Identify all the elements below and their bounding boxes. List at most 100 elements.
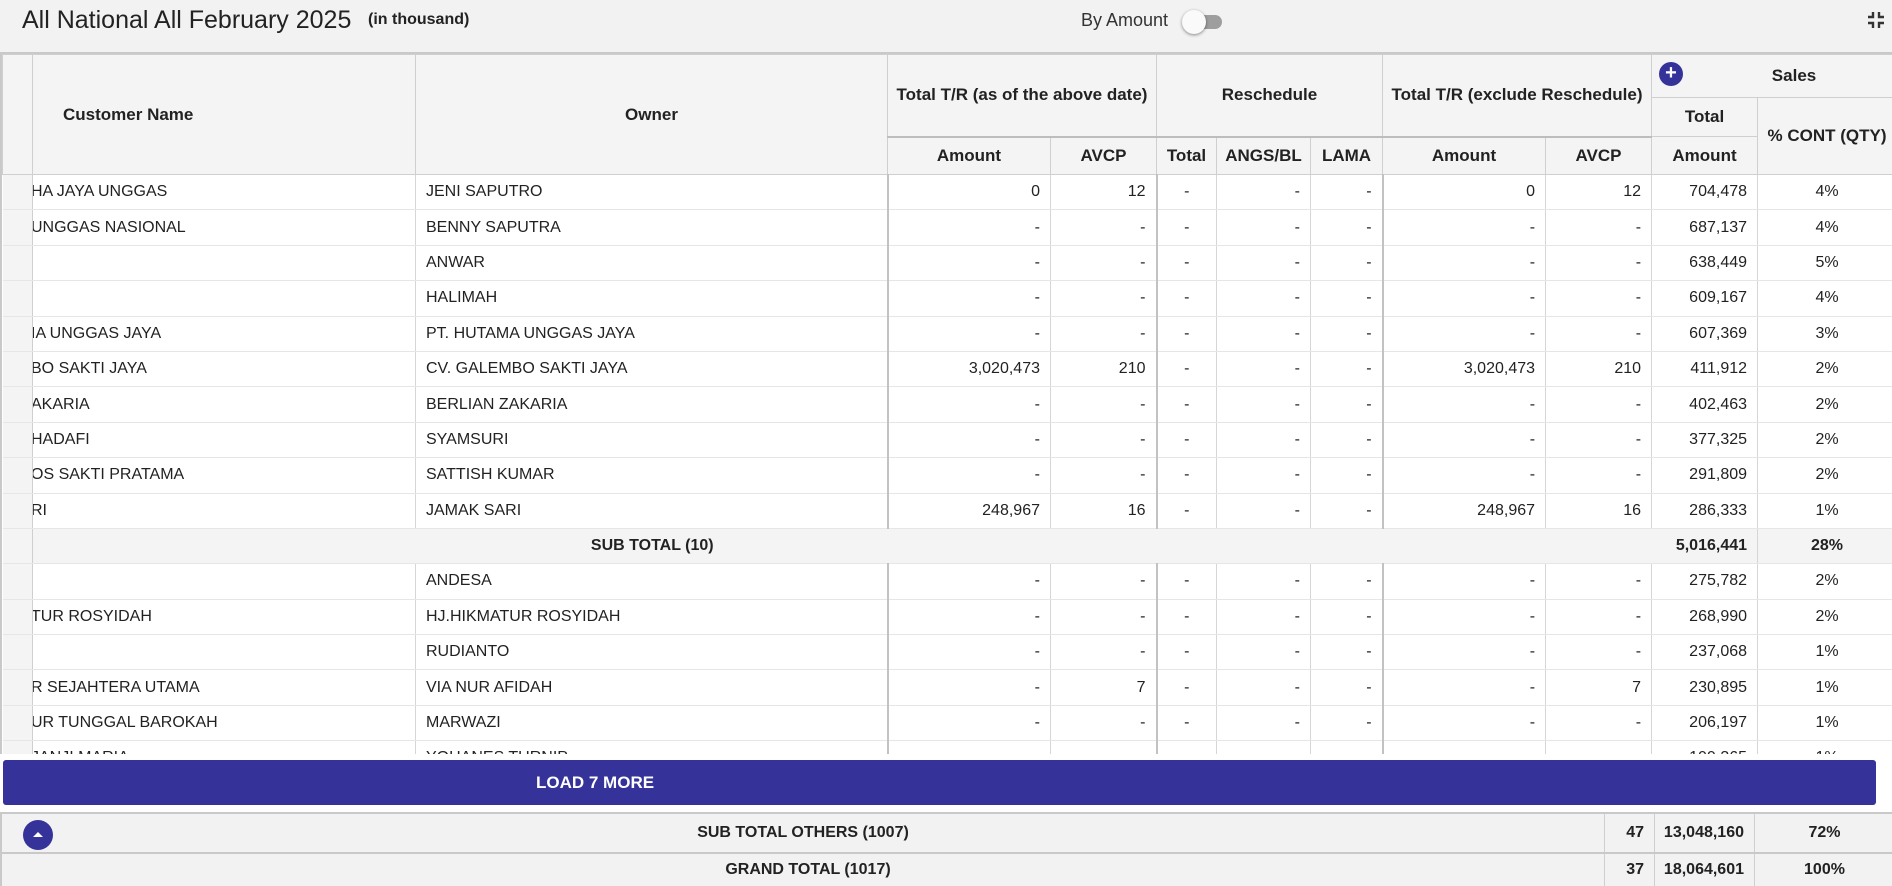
by-amount-toggle[interactable] [1182, 10, 1222, 34]
row-stub [2, 422, 33, 459]
column-header-amount[interactable]: Amount [887, 136, 1051, 175]
column-header-angs-bl[interactable]: ANGS/BL [1216, 136, 1311, 175]
cont-qty-cell: 2% [1757, 563, 1892, 600]
table-row[interactable]: HALIMAH - - - - - - -609,167 4% [2, 280, 1892, 317]
grand-total-avcp: 37 [1604, 854, 1654, 886]
tr-avcp-cell: 210 [1050, 351, 1158, 388]
owner-cell: ANDESA [415, 563, 889, 600]
owner-cell: BERLIAN ZAKARIA [415, 386, 889, 423]
tr-avcp-cell: 16 [1050, 493, 1158, 529]
res-total-cell: - [1156, 493, 1217, 529]
customer-name-cell: UNGGAS NASIONAL [32, 209, 416, 246]
excl-avcp-cell: - [1545, 634, 1653, 671]
grand-total-sales: 18,064,601 [1654, 854, 1754, 886]
owner-cell: MARWAZI [415, 705, 889, 742]
cont-qty-cell: 2% [1757, 351, 1892, 388]
row-stub [2, 209, 33, 246]
row-stub [2, 351, 33, 388]
cont-qty-cell: 1% [1757, 740, 1892, 754]
table-row[interactable]: RUDIANTO - - - - - - -237,068 1% [2, 634, 1892, 671]
group-header-total-tr: Total T/R (as of the above date) [887, 54, 1157, 138]
res-angs-cell: - [1216, 422, 1311, 459]
column-header-res-total[interactable]: Total [1156, 136, 1217, 175]
column-header-avcp-excl[interactable]: AVCP [1545, 136, 1653, 175]
sales-amount-cell: 199,365 [1651, 740, 1759, 754]
tr-amount-cell: - [887, 740, 1051, 754]
excl-amount-cell: - [1382, 280, 1547, 317]
column-header-lama[interactable]: LAMA [1309, 136, 1384, 175]
res-lama-cell: - [1310, 457, 1384, 494]
table-row[interactable]: ANDESA - - - - - - -275,782 2% [2, 563, 1892, 600]
sales-amount-cell: 291,809 [1651, 457, 1759, 494]
owner-cell: YOHANES TURNIP [415, 740, 889, 754]
table-row[interactable]: RI JAMAK SARI 248,967 16- - -248,967 16 286,333… [2, 493, 1892, 529]
table-row[interactable]: HA JAYA UNGGAS JENI SAPUTRO 0 12- - -0 12 704,4… [2, 174, 1892, 211]
column-header-cont-qty[interactable]: % CONT (QTY) [1757, 97, 1892, 175]
table-row[interactable]: TUR ROSYIDAH HJ.HIKMATUR ROSYIDAH - - - - - - -2… [2, 599, 1892, 636]
column-header-avcp[interactable]: AVCP [1050, 136, 1157, 175]
sales-amount-cell: 607,369 [1651, 316, 1759, 352]
res-angs-cell: - [1216, 740, 1311, 754]
res-angs-cell: - [1216, 280, 1311, 317]
res-total-cell: - [1156, 563, 1217, 600]
row-stub [2, 386, 33, 423]
excl-amount-cell: - [1382, 669, 1547, 706]
table-row[interactable]: IA UNGGAS JAYA PT. HUTAMA UNGGAS JAYA - - - -… [2, 316, 1892, 352]
owner-cell: SYAMSURI [415, 422, 889, 459]
sales-amount-cell: 609,167 [1651, 280, 1759, 317]
tr-avcp-cell: 12 [1050, 174, 1158, 211]
res-angs-cell: - [1216, 599, 1311, 636]
column-header-owner[interactable]: Owner [415, 54, 888, 175]
table-row[interactable]: UR TUNGGAL BAROKAH MARWAZI - - - - - - -206,197 1… [2, 705, 1892, 742]
subtotal-row: SUB TOTAL (10) 105,016,441 28% [2, 528, 1892, 565]
row-stub-header [2, 54, 33, 175]
row-stub [2, 280, 33, 317]
add-column-button[interactable]: + [1659, 62, 1683, 86]
column-header-sales-amount[interactable]: Amount [1651, 136, 1759, 175]
customer-name-cell [32, 280, 416, 317]
row-stub [2, 528, 33, 565]
res-angs-cell: - [1216, 669, 1311, 706]
load-more-button[interactable]: LOAD 7 MORE [3, 760, 1876, 805]
cont-qty-cell: 4% [1757, 280, 1892, 317]
tr-amount-cell: - [887, 705, 1051, 742]
res-lama-cell: - [1310, 563, 1384, 600]
res-angs-cell: - [1216, 457, 1311, 494]
table-row[interactable]: HADAFI SYAMSURI - - - - - - -377,325 2% [2, 422, 1892, 459]
subtotal-sales-value: 5,016,441 [1675, 537, 1748, 555]
table-row[interactable]: JANJI MARIAYOHANES TURNIP-------199,3651… [2, 740, 1892, 754]
sales-amount-cell: 268,990 [1651, 599, 1759, 636]
cont-qty-cell: 4% [1757, 209, 1892, 246]
customer-name-cell: JANJI MARIA [32, 740, 416, 754]
column-header-amount-excl[interactable]: Amount [1382, 136, 1547, 175]
res-angs-cell: - [1216, 386, 1311, 423]
table-row[interactable]: UNGGAS NASIONAL BENNY SAPUTRA - - - - - - -687,1… [2, 209, 1892, 246]
excl-amount-cell: 0 [1382, 174, 1547, 211]
report-header: All National All February 2025 (in thous… [0, 0, 1892, 54]
cont-qty-cell: 3% [1757, 316, 1892, 352]
res-total-cell: - [1156, 705, 1217, 742]
table-row[interactable]: BO SAKTI JAYA CV. GALEMBO SAKTI JAYA 3,020… [2, 351, 1892, 388]
group-header-reschedule: Reschedule [1155, 54, 1384, 138]
sub-total-others-label: SUB TOTAL OTHERS (1007) [697, 824, 909, 841]
collapse-icon[interactable] [1866, 10, 1886, 30]
table-row[interactable]: AKARIA BERLIAN ZAKARIA - - - - - - -402,463 2% [2, 386, 1892, 423]
res-total-cell: - [1156, 209, 1217, 246]
table-row[interactable]: R SEJAHTERA UTAMA VIA NUR AFIDAH -7- - - -7 23… [2, 669, 1892, 706]
report-unit: (in thousand) [368, 11, 470, 28]
table-row[interactable]: OS SAKTI PRATAMA SATTISH KUMAR - - - - - - -291,… [2, 457, 1892, 494]
sales-amount-cell: 275,782 [1651, 563, 1759, 600]
row-stub [2, 599, 33, 636]
cont-qty-cell: 1% [1757, 634, 1892, 671]
owner-cell: JENI SAPUTRO [415, 174, 889, 211]
table-row[interactable]: ANWAR - - - - - - -638,449 5% [2, 245, 1892, 282]
sales-amount-cell: 237,068 [1651, 634, 1759, 671]
excl-amount-cell: - [1382, 457, 1547, 494]
excl-amount-cell: - [1382, 563, 1547, 600]
excl-amount-cell: 248,967 [1382, 493, 1547, 529]
column-header-customer-name[interactable]: Customer Name [32, 54, 416, 175]
excl-amount-cell: - [1382, 422, 1547, 459]
report-table-container[interactable]: Customer Name Owner Total T/R (as of the… [0, 54, 1892, 754]
res-lama-cell: - [1310, 316, 1384, 352]
customer-name-cell: TUR ROSYIDAH [32, 599, 416, 636]
